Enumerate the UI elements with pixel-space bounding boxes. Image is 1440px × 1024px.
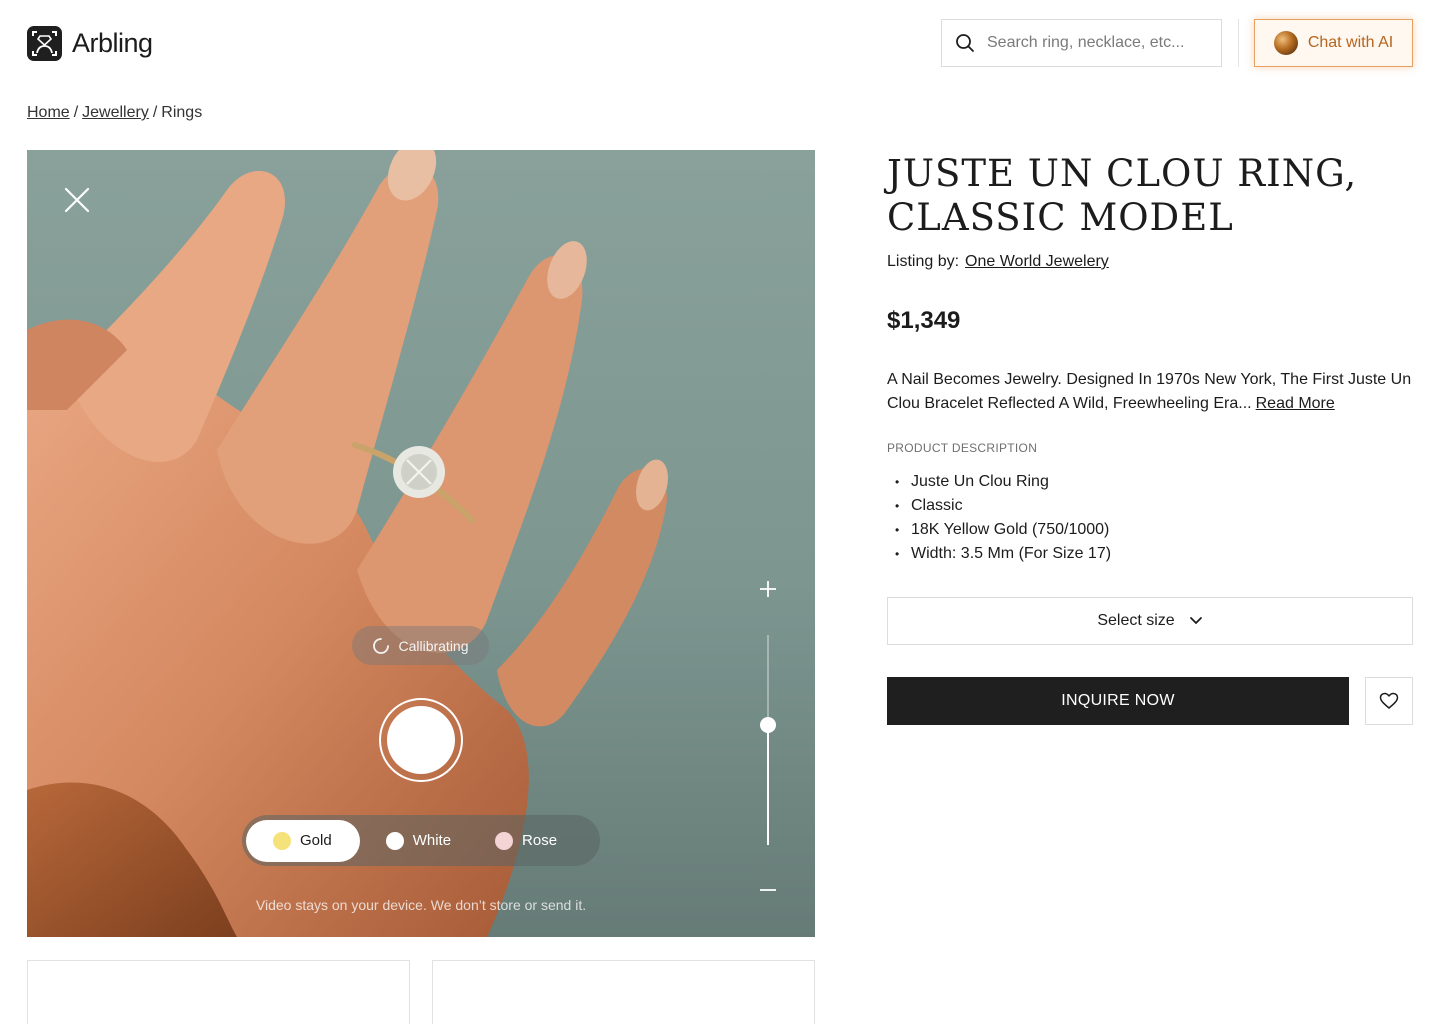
metal-option-label: White [412, 832, 452, 849]
metal-option-label: Rose [522, 832, 558, 849]
product-title: JUSTE UN CLOU RING, CLASSIC MODEL [887, 152, 1358, 239]
list-item: Classic [895, 494, 1111, 518]
metal-option-gold[interactable]: Gold [246, 819, 360, 862]
product-description-heading: PRODUCT DESCRIPTION [887, 441, 1038, 455]
metal-option-white[interactable]: White [360, 820, 469, 862]
ai-orb-icon [1273, 31, 1298, 55]
product-price: $1,349 [887, 307, 961, 334]
zoom-out-icon[interactable] [759, 881, 777, 899]
product-summary: A Nail Becomes Jewelry. Designed In 1970… [887, 368, 1413, 416]
calibrating-label: Callibrating [398, 637, 469, 654]
breadcrumb-separator: / [73, 104, 79, 121]
capture-button-inner [387, 706, 455, 774]
search-icon [956, 34, 974, 52]
brand-logo[interactable]: Arbling [27, 26, 153, 61]
read-more-link[interactable]: Read More [1256, 395, 1335, 412]
breadcrumb: Home / Jewellery / Rings [27, 104, 202, 122]
ar-try-on-view[interactable]: Callibrating Gold White Rose Video stays… [27, 150, 815, 937]
gallery-thumbnail[interactable] [27, 960, 410, 1024]
chevron-down-icon [1189, 617, 1202, 624]
capture-button[interactable] [379, 698, 463, 782]
header-divider [1238, 19, 1239, 67]
breadcrumb-current: Rings [161, 104, 203, 121]
chat-button-label: Chat with AI [1307, 34, 1394, 51]
zoom-in-icon[interactable] [759, 580, 777, 598]
zoom-slider[interactable] [760, 635, 776, 845]
inquire-now-button[interactable]: INQUIRE NOW [887, 677, 1349, 725]
search-input[interactable] [987, 34, 1207, 52]
list-item: 18K Yellow Gold (750/1000) [895, 518, 1111, 542]
close-icon[interactable] [63, 186, 91, 214]
logo-icon [27, 26, 62, 61]
brand-name: Arbling [72, 28, 153, 58]
size-select[interactable]: Select size [887, 597, 1413, 645]
breadcrumb-jewellery[interactable]: Jewellery [82, 104, 149, 121]
size-select-label: Select size [1097, 612, 1175, 629]
search-bar[interactable] [941, 19, 1222, 67]
chat-with-ai-button[interactable]: Chat with AI [1254, 19, 1413, 67]
breadcrumb-separator: / [152, 104, 158, 121]
seller-link[interactable]: One World Jewelery [965, 253, 1109, 270]
heart-icon [1379, 692, 1399, 709]
metal-option-label: Gold [300, 832, 332, 849]
privacy-disclaimer: Video stays on your device. We don’t sto… [255, 897, 587, 913]
listing-info: Listing by: One World Jewelery [887, 253, 1109, 271]
white-swatch-icon [385, 831, 404, 850]
spinner-icon [373, 637, 390, 654]
breadcrumb-home[interactable]: Home [27, 104, 70, 121]
gallery-thumbnail[interactable] [432, 960, 815, 1024]
rose-swatch-icon [495, 831, 514, 850]
zoom-slider-fill [767, 725, 769, 845]
calibrating-badge: Callibrating [352, 626, 489, 665]
gold-swatch-icon [273, 831, 291, 850]
product-details-list: Juste Un Clou Ring Classic 18K Yellow Go… [895, 470, 1111, 566]
listing-prefix: Listing by: [887, 253, 960, 270]
metal-selector: Gold White Rose [242, 815, 600, 866]
wishlist-button[interactable] [1365, 677, 1413, 725]
list-item: Juste Un Clou Ring [895, 470, 1111, 494]
list-item: Width: 3.5 Mm (For Size 17) [895, 542, 1111, 566]
metal-option-rose[interactable]: Rose [469, 820, 575, 862]
